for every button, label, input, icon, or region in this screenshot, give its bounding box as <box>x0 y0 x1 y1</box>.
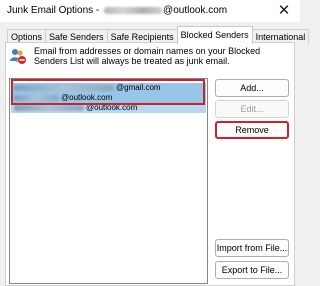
tab-blocked-senders[interactable]: Blocked Senders <box>176 26 253 44</box>
title-email-domain: @outlook.com <box>163 5 228 16</box>
selection-highlight-annotation <box>11 79 205 105</box>
blocked-senders-list[interactable]: @gmail.com @outlook.com @outlook.com <box>9 78 208 284</box>
edit-button[interactable]: Edit... <box>215 100 289 118</box>
add-button[interactable]: Add... <box>215 79 289 97</box>
export-to-file-button[interactable]: Export to File... <box>215 261 289 279</box>
redacted-address <box>14 105 84 111</box>
title-prefix: Junk Email Options - <box>7 5 103 16</box>
remove-button[interactable]: Remove <box>215 121 289 139</box>
junk-email-options-dialog: Junk Email Options - @outlook.com ✕ Opti… <box>0 0 310 286</box>
close-icon[interactable]: ✕ <box>274 1 294 21</box>
tab-strip: Options Safe Senders Safe Recipients Blo… <box>7 26 310 44</box>
blocked-senders-description: Email from addresses or domain names on … <box>34 46 261 66</box>
redacted-email <box>104 6 163 14</box>
title-bar: Junk Email Options - @outlook.com ✕ <box>0 0 300 22</box>
blocked-users-icon <box>10 49 26 64</box>
window-title: Junk Email Options - @outlook.com <box>7 5 227 16</box>
import-from-file-button[interactable]: Import from File... <box>215 239 289 257</box>
